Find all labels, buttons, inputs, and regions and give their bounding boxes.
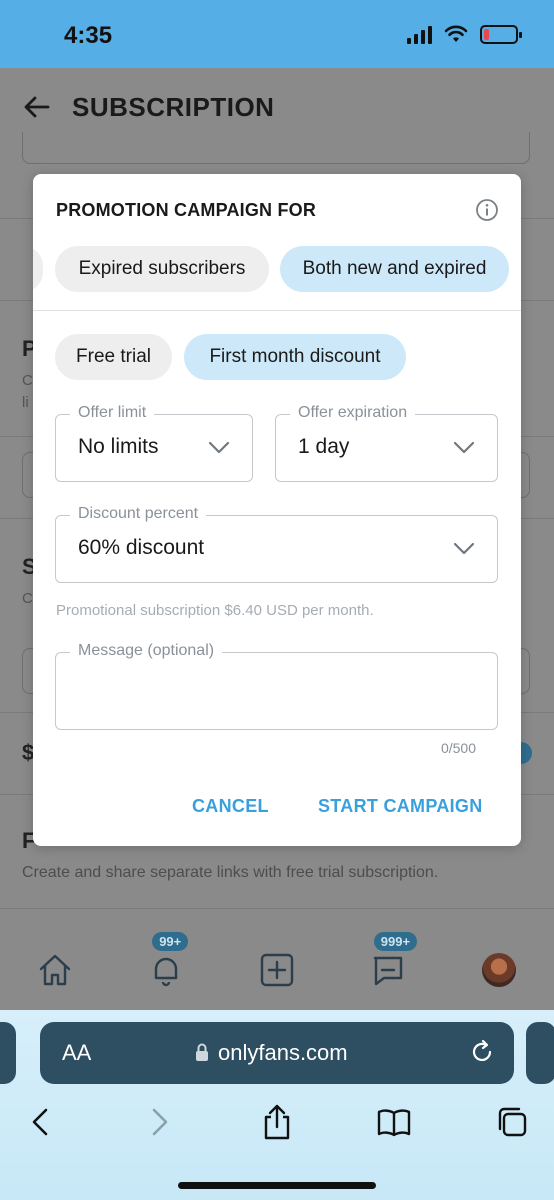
tabs-icon [498,1107,527,1137]
back-button[interactable] [20,1102,60,1142]
chevron-left-icon [32,1108,48,1136]
book-icon [377,1109,411,1137]
message-label: Message (optional) [70,642,223,660]
nav-home[interactable] [31,946,79,994]
forward-button[interactable] [140,1102,180,1142]
cellular-signal-icon [407,24,432,44]
chevron-down-icon [453,542,475,555]
info-icon[interactable] [475,198,499,222]
bg-section-text: C [22,372,33,389]
bg-field-top [22,132,530,164]
share-button[interactable] [257,1102,297,1142]
nav-profile[interactable] [475,946,523,994]
modal-title: PROMOTION CAMPAIGN FOR [56,200,317,220]
chip-free-trial[interactable]: Free trial [55,334,172,380]
address-bar[interactable]: AA onlyfans.com [40,1022,514,1084]
url-text: onlyfans.com [218,1040,348,1065]
nav-add[interactable] [253,946,301,994]
discount-percent-select[interactable]: Discount percent 60% discount [55,505,498,583]
page-title: SUBSCRIPTION [72,92,275,122]
offer-limit-label: Offer limit [70,404,155,422]
discount-percent-label: Discount percent [70,505,207,523]
home-indicator [178,1182,376,1189]
status-icons [407,24,522,44]
reload-icon[interactable] [468,1038,496,1066]
next-tab-preview[interactable] [526,1022,554,1084]
tabs-button[interactable] [492,1102,532,1142]
promotion-price-helper: Promotional subscription $6.40 USD per m… [56,602,374,619]
chevron-down-icon [208,441,230,454]
nav-notifications[interactable]: 99+ [142,932,190,994]
offer-expiration-value: 1 day [298,435,350,458]
wifi-icon [444,25,468,42]
start-campaign-button[interactable]: START CAMPAIGN [318,796,483,817]
bookmarks-button[interactable] [374,1102,414,1142]
share-icon [264,1104,290,1140]
battery-icon [480,24,522,44]
offer-expiration-select[interactable]: Offer expiration 1 day [275,404,498,482]
status-bar: 4:35 [0,0,554,68]
previous-tab-preview[interactable] [0,1022,16,1084]
cancel-button[interactable]: CANCEL [192,796,269,817]
home-icon [40,954,71,986]
bell-icon [154,957,178,987]
bg-section-text: li [22,394,29,411]
messages-badge: 999+ [373,932,418,951]
chip-both-new-and-expired[interactable]: Both new and expired [280,246,509,292]
back-arrow-icon[interactable] [22,92,52,122]
add-post-icon [260,953,294,987]
safari-toolbar: AA onlyfans.com [0,1010,554,1200]
nav-messages[interactable]: 999+ [364,932,418,994]
message-character-counter: 0/500 [440,740,476,756]
offer-limit-value: No limits [78,435,159,458]
bg-section-text: C [22,590,33,607]
lock-icon [196,1043,208,1061]
promotion-campaign-modal: PROMOTION CAMPAIGN FOR Expired subscribe… [33,174,521,846]
offer-limit-select[interactable]: Offer limit No limits [55,404,253,482]
free-trial-links-text: Create and share separate links with fre… [22,864,439,881]
discount-percent-value: 60% discount [78,536,205,559]
modal-divider [33,310,521,311]
divider [0,908,554,909]
offer-expiration-label: Offer expiration [290,404,416,422]
avatar [481,953,516,987]
message-textarea[interactable]: Message (optional) [55,642,498,730]
message-icon [373,956,402,986]
chip-first-month-discount[interactable]: First month discount [184,334,406,380]
chip-new-subscribers[interactable] [33,246,43,292]
chevron-right-icon [152,1108,168,1136]
reader-settings-button[interactable]: AA [62,1040,91,1066]
status-time: 4:35 [64,22,113,49]
chip-expired-subscribers[interactable]: Expired subscribers [55,246,269,292]
notifications-badge: 99+ [152,932,189,951]
chevron-down-icon [453,441,475,454]
app-bottom-nav: 99+ 999+ [0,930,554,1010]
